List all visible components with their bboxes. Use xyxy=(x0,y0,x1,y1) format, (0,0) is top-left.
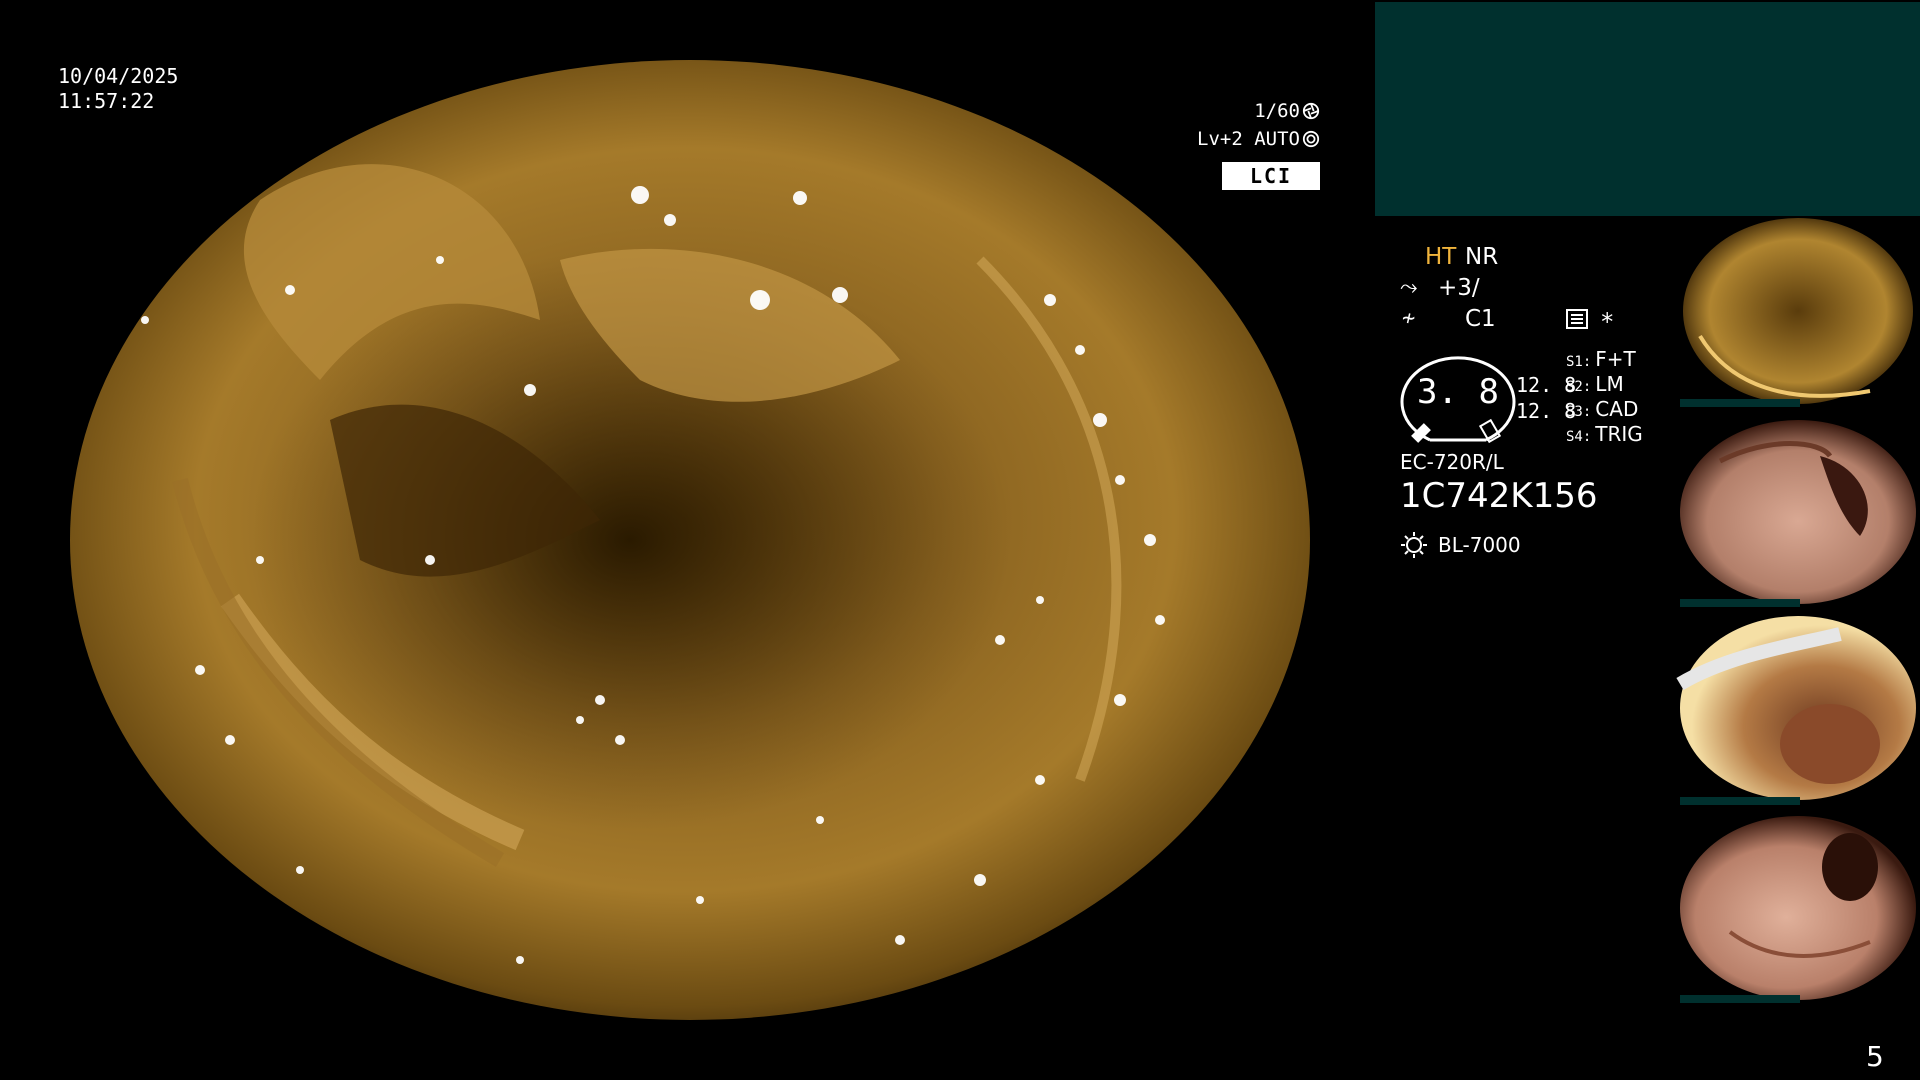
scope-model: EC-720R/L xyxy=(1400,450,1504,474)
ht-label: HT xyxy=(1425,244,1457,270)
imaging-mode-badge: LCI xyxy=(1222,162,1320,190)
gauge-value: 3. 8 xyxy=(1417,372,1499,412)
scope-serial: 1C742K156 xyxy=(1400,476,1598,516)
iris-icon xyxy=(1302,130,1320,148)
slot-s2: S2: LM xyxy=(1566,372,1624,396)
light-source-icon xyxy=(1401,532,1427,558)
thumbnail-4[interactable] xyxy=(1670,812,1920,1007)
color-icon: ≁ xyxy=(1402,306,1416,331)
level-readout: Lv+2 AUTO xyxy=(1120,128,1320,150)
endoscope-main-view xyxy=(0,0,1370,1040)
date-text: 10/04/2025 xyxy=(58,64,179,88)
slot-s3: S3: CAD xyxy=(1566,397,1639,421)
level-value: Lv+2 AUTO xyxy=(1197,128,1300,150)
shutter-value: 1/60 xyxy=(1254,100,1300,122)
enhancement-value: +3/ xyxy=(1438,275,1480,301)
thumbnail-3[interactable] xyxy=(1670,614,1920,809)
aperture-icon xyxy=(1302,102,1320,120)
slot-s1: S1: F+T xyxy=(1566,347,1636,371)
slot-s4: S4: TRIG xyxy=(1566,422,1643,446)
page-number: 5 xyxy=(1866,1040,1884,1073)
nr-label: NR xyxy=(1465,244,1499,270)
structure-icon: ⤳ xyxy=(1400,275,1418,300)
thumbnail-2[interactable] xyxy=(1670,416,1920,611)
time-text: 11:57:22 xyxy=(58,89,155,113)
color-value: C1 xyxy=(1465,306,1496,332)
thumbnail-1[interactable] xyxy=(1670,216,1920,411)
top-right-panel xyxy=(1375,2,1920,216)
star-marker: * xyxy=(1600,308,1615,336)
memo-icon xyxy=(1566,309,1588,329)
light-source-value: BL-7000 xyxy=(1438,533,1521,557)
shutter-readout: 1/60 xyxy=(1120,100,1320,122)
